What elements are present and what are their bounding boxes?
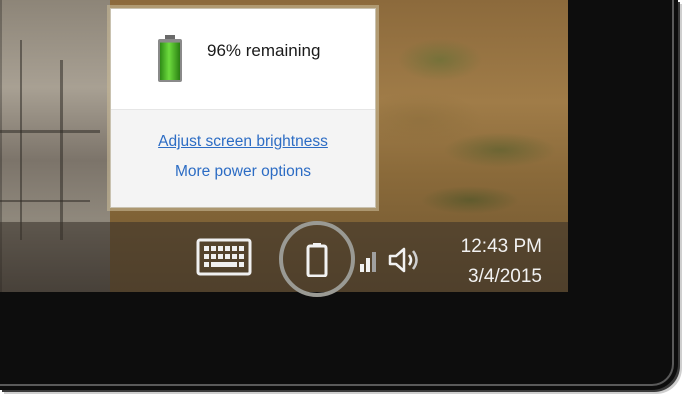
clock-date[interactable]: 3/4/2015 — [432, 266, 542, 288]
touch-keyboard-icon[interactable] — [196, 238, 252, 278]
battery-icon[interactable] — [306, 243, 328, 277]
adjust-brightness-link[interactable]: Adjust screen brightness — [111, 133, 375, 151]
volume-icon[interactable] — [388, 246, 422, 274]
clock-time[interactable]: 12:43 PM — [432, 236, 542, 258]
signal-icon[interactable] — [358, 246, 378, 272]
battery-flyout: 96% remaining Adjust screen brightness M… — [110, 8, 376, 208]
battery-full-icon — [158, 35, 182, 82]
battery-remaining-label: 96% remaining — [207, 41, 321, 60]
flyout-links-area — [111, 110, 375, 207]
more-power-options-link[interactable]: More power options — [111, 163, 375, 181]
